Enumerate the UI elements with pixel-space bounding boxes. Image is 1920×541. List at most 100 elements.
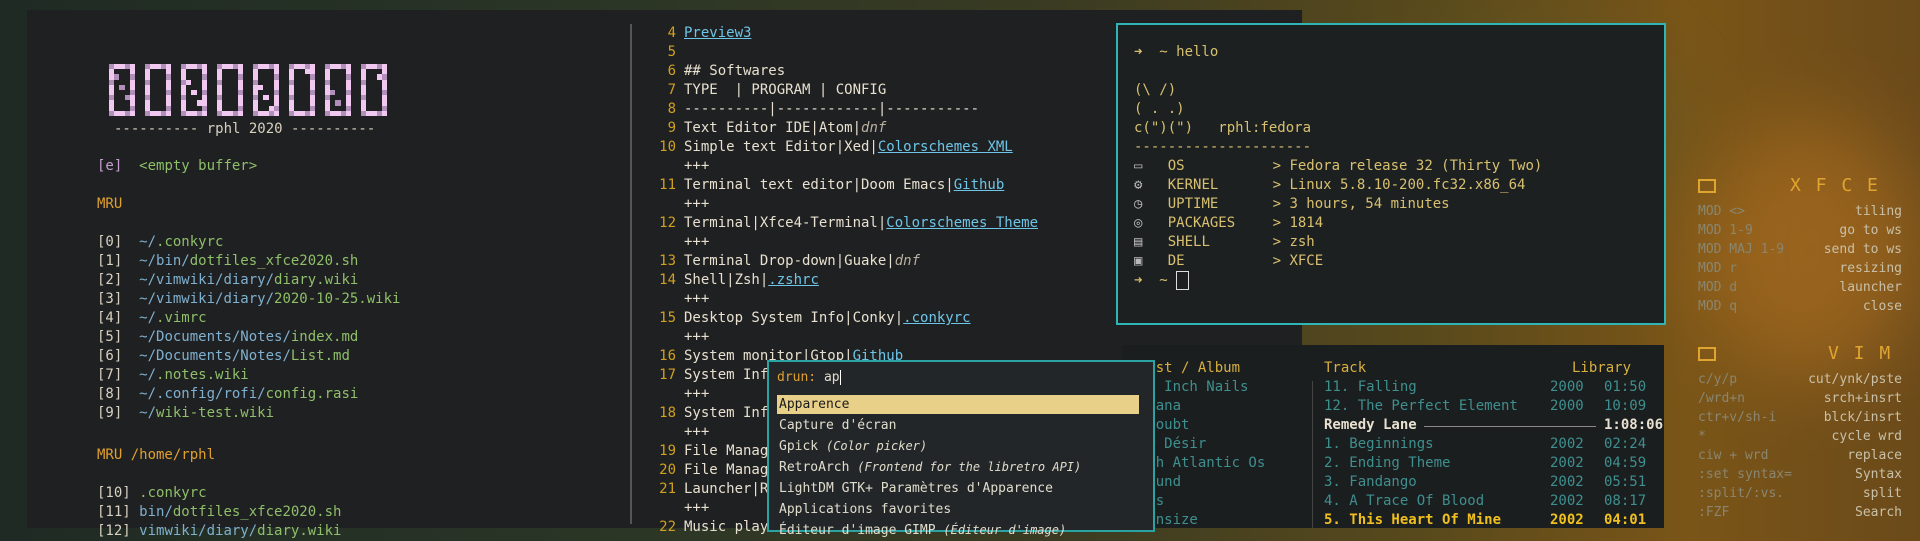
editor-line: +++ bbox=[684, 158, 710, 174]
ascii-art-1: (\ /) bbox=[1134, 82, 1177, 98]
vim-key: ciw + wrd bbox=[1698, 448, 1769, 463]
sysinfo-row: ▭ OS > Fedora release 32 (Thirty Two) bbox=[1134, 158, 1543, 174]
editor-line: 7 TYPE | PROGRAM | CONFIG bbox=[667, 82, 887, 98]
editor-line: 12 Terminal|Xfce4-Terminal|Colorschemes T… bbox=[659, 215, 1039, 231]
mru-item[interactable]: [0] ~/.conkyrc bbox=[97, 233, 223, 252]
track-year: 2002 bbox=[1550, 493, 1584, 509]
rofi-item[interactable]: Capture d'écran bbox=[777, 416, 1139, 435]
editor-line: 20 File Manage bbox=[659, 462, 777, 478]
mru-item[interactable]: [8] ~/.config/rofi/config.rasi bbox=[97, 385, 358, 404]
cursor bbox=[1176, 271, 1190, 290]
xfce-key: MOD <> bbox=[1698, 204, 1745, 219]
mru-item[interactable]: [3] ~/vimwiki/diary/2020-10-25.wiki bbox=[97, 290, 400, 309]
vim-action: cut/ynk/pste bbox=[1808, 372, 1902, 387]
editor-line: 11 Terminal text editor|Doom Emacs|Github bbox=[659, 177, 1005, 193]
rofi-launcher[interactable]: drun: ap Apparence Capture d'écran Gpick… bbox=[767, 360, 1155, 538]
clock-icon: ◷ bbox=[1134, 196, 1143, 212]
terminal-window[interactable]: ➜ ~ hello (\ /) ( . .) c(")(") rphl:fedo… bbox=[1116, 23, 1666, 325]
vim-action: Search bbox=[1855, 505, 1902, 520]
editor-line: 6 ## Softwares bbox=[667, 63, 786, 79]
subtitle: ---------- rphl 2020 ---------- bbox=[114, 121, 376, 137]
editor-line: +++ bbox=[684, 424, 710, 440]
rofi-item[interactable]: Apparence bbox=[777, 395, 1139, 414]
terminal-prompt-2[interactable]: ➜ ~ bbox=[1134, 271, 1190, 291]
col-divider bbox=[1312, 381, 1313, 528]
track-item[interactable]: 2. Ending Theme bbox=[1324, 454, 1450, 473]
startify-window: ---------- rphl 2020 ---------- [e] <emp… bbox=[27, 10, 630, 539]
sysinfo-row: ◎ PACKAGES > 1814 bbox=[1134, 215, 1324, 231]
mru2-title: MRU /home/rphl bbox=[97, 447, 216, 463]
empty-buffer-item[interactable]: [e] <empty buffer> bbox=[97, 157, 257, 176]
track-year: 2002 bbox=[1550, 455, 1584, 471]
track-item[interactable]: 3. Fandango bbox=[1324, 473, 1417, 492]
package-icon: ◎ bbox=[1134, 215, 1143, 231]
track-item[interactable]: 11. Falling bbox=[1324, 378, 1417, 397]
terminal-icon: ▤ bbox=[1134, 234, 1143, 250]
terminal-prompt: ➜ ~ hello bbox=[1134, 44, 1219, 60]
track-year: 2000 bbox=[1550, 398, 1584, 414]
rofi-item[interactable]: Applications favorites bbox=[777, 500, 1139, 519]
xfce-action: close bbox=[1862, 299, 1902, 314]
col-track: Track bbox=[1324, 360, 1367, 376]
track-duration: 01:50 bbox=[1604, 379, 1647, 395]
vim-action: cycle wrd bbox=[1831, 429, 1902, 444]
track-item[interactable]: 1. Beginnings bbox=[1324, 435, 1434, 454]
xfce-key: MOD q bbox=[1698, 299, 1738, 314]
editor-line: +++ bbox=[684, 234, 710, 250]
mru-item[interactable]: [4] ~/.vimrc bbox=[97, 309, 207, 328]
xfce-key: MOD MAJ 1-9 bbox=[1698, 242, 1785, 257]
sysinfo-row: ▣ DE > XFCE bbox=[1134, 253, 1324, 269]
mru-item[interactable]: [2] ~/vimwiki/diary/diary.wiki bbox=[97, 271, 358, 290]
ascii-art-3: c(")(") rphl:fedora bbox=[1134, 120, 1312, 136]
editor-line: 4 Preview3 bbox=[667, 25, 752, 41]
editor-line: +++ bbox=[684, 196, 710, 212]
rofi-item[interactable]: RetroArch (Frontend for the libretro API… bbox=[777, 458, 1139, 477]
track-duration: 08:17 bbox=[1604, 493, 1647, 509]
vim-action: Syntax bbox=[1855, 467, 1902, 482]
window-icon: ▣ bbox=[1134, 253, 1143, 269]
mru2-item[interactable]: [12] vimwiki/diary/diary.wiki bbox=[97, 522, 341, 541]
ascii-art-2: ( . .) bbox=[1134, 101, 1185, 117]
mru-item[interactable]: [6] ~/Documents/Notes/List.md bbox=[97, 347, 350, 366]
mru2-item[interactable]: [11] bin/dotfiles_xfce2020.sh bbox=[97, 503, 341, 522]
vim-key: ctr+v/sh-i bbox=[1698, 410, 1777, 425]
mru2-item[interactable]: [10] .conkyrc bbox=[97, 484, 207, 503]
editor-line: 21 Launcher|Ro bbox=[659, 481, 777, 497]
editor-line: 18 System Info bbox=[659, 405, 777, 421]
track-duration: 04:01 bbox=[1604, 512, 1647, 528]
sysinfo-row: ◷ UPTIME > 3 hours, 54 minutes bbox=[1134, 196, 1450, 212]
rofi-item[interactable]: Gpick (Color picker) bbox=[777, 437, 1139, 456]
track-duration: 10:09 bbox=[1604, 398, 1647, 414]
xfce-header bbox=[1698, 176, 1716, 195]
editor-line: 15 Desktop System Info|Conky|.conkyrc bbox=[659, 310, 971, 326]
track-item[interactable]: 12. The Perfect Element bbox=[1324, 397, 1518, 416]
track-item[interactable]: 4. A Trace Of Blood bbox=[1324, 492, 1484, 511]
vim-key: c/y/p bbox=[1698, 372, 1738, 387]
vim-action: srch+insrt bbox=[1823, 391, 1902, 406]
rofi-item[interactable]: Éditeur d'image GIMP (Éditeur d'image) bbox=[777, 521, 1139, 540]
separator: --------------------- bbox=[1134, 139, 1312, 155]
music-player-window[interactable]: Artist / Album Track Library Nine Inch N… bbox=[1122, 345, 1664, 528]
vim-action: split bbox=[1862, 486, 1902, 501]
xfce-action: tiling bbox=[1855, 204, 1902, 219]
rofi-item[interactable]: LightDM GTK+ Paramètres d'Apparence bbox=[777, 479, 1139, 498]
vim-header bbox=[1698, 344, 1716, 363]
vim-key: :split/:vs. bbox=[1698, 486, 1785, 501]
track-year: 2002 bbox=[1550, 474, 1584, 490]
editor-line: 13 Terminal Drop-down|Guake|dnf bbox=[659, 253, 921, 269]
vim-key: :set syntax= bbox=[1698, 467, 1792, 482]
vim-key: /wrd+n bbox=[1698, 391, 1745, 406]
mru-item[interactable]: [1] ~/bin/dotfiles_xfce2020.sh bbox=[97, 252, 358, 271]
terminal-icon bbox=[1698, 347, 1716, 361]
rofi-input[interactable]: drun: ap bbox=[777, 368, 841, 387]
track-item[interactable]: 5. This Heart Of Mine bbox=[1324, 511, 1501, 530]
editor-line: +++ bbox=[684, 500, 710, 516]
xfce-action: go to ws bbox=[1839, 223, 1902, 238]
mru-item[interactable]: [5] ~/Documents/Notes/index.md bbox=[97, 328, 358, 347]
split-divider bbox=[630, 24, 632, 524]
xfce-key: MOD 1-9 bbox=[1698, 223, 1753, 238]
vim-key: * bbox=[1698, 429, 1706, 444]
mru-item[interactable]: [7] ~/.notes.wiki bbox=[97, 366, 249, 385]
mru-item[interactable]: [9] ~/wiki-test.wiki bbox=[97, 404, 274, 423]
xfce-key: MOD r bbox=[1698, 261, 1738, 276]
